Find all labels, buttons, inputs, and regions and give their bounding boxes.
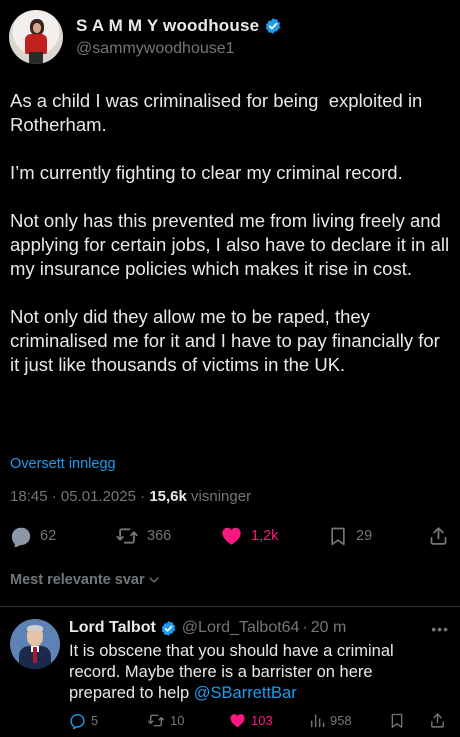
bookmark-icon bbox=[331, 527, 345, 546]
post-time[interactable]: 18:45 bbox=[10, 488, 48, 505]
verified-badge-icon bbox=[264, 17, 282, 35]
translate-post-link[interactable]: Oversett innlegg bbox=[10, 456, 116, 472]
reply-share-button[interactable] bbox=[429, 712, 446, 729]
reply-icon bbox=[11, 527, 31, 547]
post-text: As a child I was criminalised for being … bbox=[10, 89, 450, 401]
reply-views-count: 958 bbox=[330, 713, 352, 728]
reply-time[interactable]: 20 m bbox=[311, 619, 347, 637]
post-paragraph: Not only has this prevented me from livi… bbox=[10, 210, 455, 279]
views-count: 15,6k bbox=[149, 488, 187, 505]
share-icon bbox=[430, 527, 447, 545]
reply-repost-count: 10 bbox=[170, 713, 185, 728]
more-icon[interactable]: ••• bbox=[431, 621, 449, 637]
repost-count: 366 bbox=[147, 528, 172, 544]
bookmark-count: 29 bbox=[356, 528, 373, 544]
like-heart-filled-icon bbox=[230, 714, 245, 728]
chevron-down-icon bbox=[148, 577, 159, 583]
meta-separator: · bbox=[302, 619, 308, 636]
reply-icon bbox=[70, 714, 85, 729]
reply-repost-button[interactable]: 10 bbox=[147, 712, 184, 729]
author-name[interactable]: S A M M Y woodhouse bbox=[76, 16, 282, 36]
avatar[interactable] bbox=[9, 10, 63, 64]
mention-link[interactable]: @SBarrettBar bbox=[194, 684, 297, 702]
post-date[interactable]: 05.01.2025 bbox=[61, 488, 136, 505]
bookmark-button[interactable]: 29 bbox=[328, 525, 372, 547]
share-icon bbox=[431, 713, 444, 728]
reply-header: Lord Talbot @Lord_Talbot64 · 20 m bbox=[69, 619, 449, 637]
reply-count: 62 bbox=[40, 528, 57, 544]
reply-bookmark-button[interactable] bbox=[389, 712, 405, 729]
post-paragraph: Not only did they allow me to be raped, … bbox=[10, 306, 445, 375]
reply-reply-count: 5 bbox=[91, 713, 99, 728]
like-button[interactable]: 1,2k bbox=[220, 525, 278, 547]
verified-badge-icon bbox=[160, 620, 177, 637]
reply-views-button[interactable]: 958 bbox=[309, 712, 352, 729]
reply-author-handle[interactable]: @Lord_Talbot64 bbox=[182, 619, 300, 637]
share-button[interactable] bbox=[428, 525, 449, 547]
like-count: 1,2k bbox=[251, 528, 279, 544]
repost-icon bbox=[116, 528, 138, 544]
reply-button[interactable]: 62 bbox=[10, 525, 56, 547]
post-paragraph: I’m currently fighting to clear my crimi… bbox=[10, 162, 403, 183]
sort-label: Mest relevante svar bbox=[10, 572, 145, 588]
meta-separator: · bbox=[140, 488, 146, 505]
meta-separator: · bbox=[51, 488, 57, 505]
reply-author-name[interactable]: Lord Talbot bbox=[69, 619, 156, 637]
author-block: S A M M Y woodhouse @sammywoodhouse1 bbox=[76, 16, 282, 58]
author-handle[interactable]: @sammywoodhouse1 bbox=[76, 40, 282, 58]
views-icon bbox=[310, 714, 325, 728]
reply-action-bar: 5 10 103 958 bbox=[69, 712, 449, 732]
bookmark-icon bbox=[391, 713, 403, 728]
reply-sort-dropdown[interactable]: Mest relevante svar bbox=[10, 572, 160, 588]
post-action-bar: 62 366 1,2k 29 bbox=[10, 525, 450, 549]
repost-button[interactable]: 366 bbox=[115, 525, 171, 547]
reply-like-count: 103 bbox=[251, 713, 273, 728]
avatar[interactable] bbox=[10, 619, 60, 669]
reply-text: It is obscene that you should have a cri… bbox=[69, 641, 439, 704]
post-header: S A M M Y woodhouse @sammywoodhouse1 bbox=[9, 10, 282, 64]
divider bbox=[0, 606, 460, 607]
author-name-text[interactable]: S A M M Y woodhouse bbox=[76, 16, 259, 36]
reply-like-button[interactable]: 103 bbox=[229, 712, 273, 729]
post-meta: 18:45 · 05.01.2025 · 15,6k visninger bbox=[10, 488, 251, 505]
like-heart-filled-icon bbox=[222, 527, 241, 545]
views-label: visninger bbox=[191, 488, 252, 505]
repost-icon bbox=[147, 714, 165, 727]
reply-reply-button[interactable]: 5 bbox=[69, 712, 98, 729]
post-paragraph: As a child I was criminalised for being … bbox=[10, 90, 428, 135]
